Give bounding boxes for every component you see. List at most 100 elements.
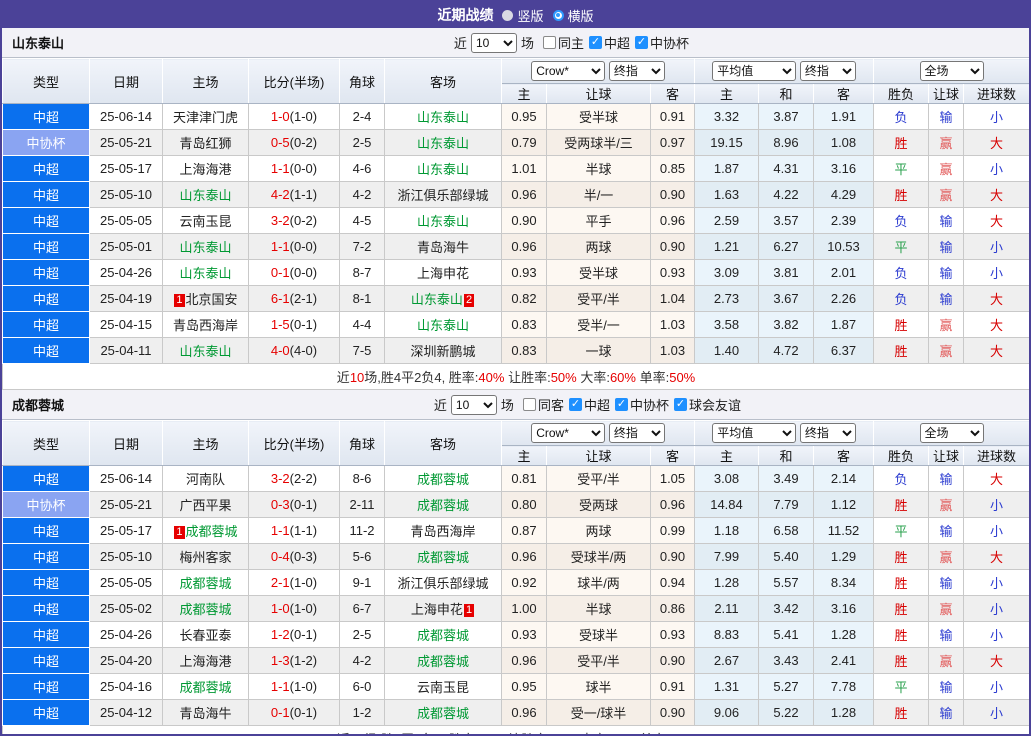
filter-checkbox-同主[interactable] [542, 36, 556, 49]
match-date: 25-05-01 [89, 233, 163, 260]
odds-away-cell: 0.96 [650, 491, 695, 518]
avg-draw-cell: 3.67 [758, 285, 814, 312]
match-type-badge: 中超 [2, 155, 90, 182]
col-away: 客场 [384, 420, 502, 466]
result-handicap-cell: 输 [928, 233, 965, 260]
away-team-cell: 上海申花 1 [384, 595, 502, 622]
col-home: 主场 [162, 58, 249, 104]
filter-bar: 近 10 场 同客 ✓ 中超 ✓ 中协杯 ✓ 球会友谊 [434, 394, 741, 415]
halftime-score: (1-1) [289, 187, 318, 202]
match-type-badge: 中超 [2, 337, 90, 364]
odds-home-cell: 0.95 [501, 103, 547, 130]
recent-games-select[interactable]: 10 [470, 32, 517, 53]
avg-draw-cell: 8.96 [758, 129, 814, 156]
match-row: 中超 25-04-26 山东泰山 0-1(0-0) 8-7 上海申花 0.93 受半球 0.93… [2, 259, 1029, 286]
match-rows: 中超 25-06-14 天津津门虎 1-0(1-0) 2-4 山东泰山 0.95 受半球 0.9… [2, 103, 1029, 364]
odds-home-cell: 1.01 [501, 155, 547, 182]
bookmaker-select[interactable]: Crow* [531, 423, 606, 443]
odds-handicap-cell: 受平/半 [546, 465, 651, 492]
result-wdl-cell: 胜 [873, 491, 930, 518]
halftime-score: (1-1) [289, 523, 318, 538]
home-team-cell: 上海海港 [162, 647, 249, 674]
match-row: 中超 25-04-15 青岛西海岸 1-5(0-1) 4-4 山东泰山 0.83 受半/一 1.… [2, 311, 1029, 338]
odds-home-cell: 0.96 [501, 647, 547, 674]
filter-checkbox-label: 中协杯 [649, 36, 689, 51]
col-odds-away: 客 [650, 83, 695, 104]
odds-stage-select[interactable]: 终指 [608, 423, 665, 443]
filter-checkbox-中协杯[interactable]: ✓ [614, 398, 628, 411]
bookmaker-select[interactable]: Crow* [531, 61, 606, 81]
match-date: 25-05-17 [89, 517, 163, 544]
odds-handicap-cell: 受平/半 [546, 647, 651, 674]
result-wdl-cell: 胜 [873, 129, 930, 156]
avg-home-cell: 1.31 [694, 673, 759, 700]
result-goals-cell: 小 [963, 517, 1029, 544]
result-wdl-cell: 负 [873, 259, 930, 286]
avg-draw-cell: 3.87 [758, 103, 814, 130]
fulltime-score: 4-2 [270, 187, 290, 202]
avg-stage-select[interactable]: 终指 [799, 423, 856, 443]
away-team-cell: 成都蓉城 [384, 621, 502, 648]
match-row: 中超 25-04-26 长春亚泰 1-2(0-1) 2-5 成都蓉城 0.93 受球半 0.93… [2, 621, 1029, 648]
result-wdl-cell: 胜 [873, 699, 930, 726]
avg-home-cell: 7.99 [694, 543, 759, 570]
score-cell: 1-1(0-0) [248, 155, 340, 182]
corner-cell: 8-7 [339, 259, 385, 286]
result-wdl-cell: 胜 [873, 621, 930, 648]
team-name: 上海申花 [416, 266, 469, 281]
avg-away-cell: 2.26 [812, 285, 875, 312]
filter-checkbox-中超[interactable]: ✓ [588, 36, 602, 49]
odds-handicap-cell: 两球 [546, 233, 651, 260]
avg-away-cell: 4.29 [812, 181, 875, 208]
team-name: 成都蓉城 [179, 602, 232, 617]
radio-horizontal-icon[interactable] [552, 9, 564, 21]
match-type-badge: 中超 [2, 543, 90, 570]
odds-handicap-cell: 受两球 [546, 491, 651, 518]
average-select[interactable]: 平均值 [712, 423, 797, 443]
result-wdl-cell: 平 [873, 517, 930, 544]
col-avg-draw: 和 [758, 83, 814, 104]
match-date: 25-04-19 [89, 285, 163, 312]
filter-checkbox-球会友谊[interactable]: ✓ [673, 398, 687, 411]
home-team-cell: 广西平果 [162, 491, 249, 518]
odds-home-cell: 0.96 [501, 181, 547, 208]
avg-home-cell: 1.87 [694, 155, 759, 182]
fulltime-select[interactable]: 全场 [919, 61, 984, 81]
avg-stage-select[interactable]: 终指 [799, 61, 856, 81]
filter-checkbox-同客[interactable] [522, 398, 536, 411]
recent-games-select[interactable]: 10 [450, 394, 497, 415]
avg-away-cell: 2.14 [812, 465, 875, 492]
filter-checkbox-label: 中超 [583, 398, 610, 413]
filter-bar: 近 10 场 同主 ✓ 中超 ✓ 中协杯 [454, 32, 689, 53]
home-team-cell: 山东泰山 [162, 233, 249, 260]
result-goals-cell: 大 [963, 337, 1029, 364]
result-handicap-cell: 输 [928, 699, 965, 726]
halftime-score: (0-2) [289, 135, 318, 150]
team-name: 云南玉昆 [179, 214, 232, 229]
match-row: 中超 25-05-05 成都蓉城 2-1(1-0) 9-1 浙江俱乐部绿城 0.92 球半/两… [2, 569, 1029, 596]
avg-draw-cell: 3.57 [758, 207, 814, 234]
match-date: 25-04-12 [89, 699, 163, 726]
fulltime-select[interactable]: 全场 [919, 423, 984, 443]
corner-cell: 4-4 [339, 311, 385, 338]
filter-checkbox-中协杯[interactable]: ✓ [634, 36, 648, 49]
radio-vertical-icon[interactable] [502, 9, 514, 21]
layout-option-horizontal[interactable]: 横版 [552, 6, 594, 25]
col-corner: 角球 [339, 58, 385, 104]
average-select[interactable]: 平均值 [712, 61, 797, 81]
filter-checkbox-label: 球会友谊 [688, 398, 741, 413]
avg-home-cell: 1.40 [694, 337, 759, 364]
odds-stage-select[interactable]: 终指 [608, 61, 665, 81]
corner-cell: 6-0 [339, 673, 385, 700]
avg-home-cell: 19.15 [694, 129, 759, 156]
layout-option-vertical[interactable]: 竖版 [502, 6, 544, 25]
match-date: 25-04-20 [89, 647, 163, 674]
filter-checkbox-中超[interactable]: ✓ [568, 398, 582, 411]
avg-draw-cell: 6.58 [758, 517, 814, 544]
home-team-cell: 青岛海牛 [162, 699, 249, 726]
away-team-cell: 成都蓉城 [384, 699, 502, 726]
odds-away-cell: 0.90 [650, 181, 695, 208]
score-cell: 2-1(1-0) [248, 569, 340, 596]
odds-away-cell: 0.85 [650, 155, 695, 182]
halftime-score: (1-0) [289, 601, 318, 616]
